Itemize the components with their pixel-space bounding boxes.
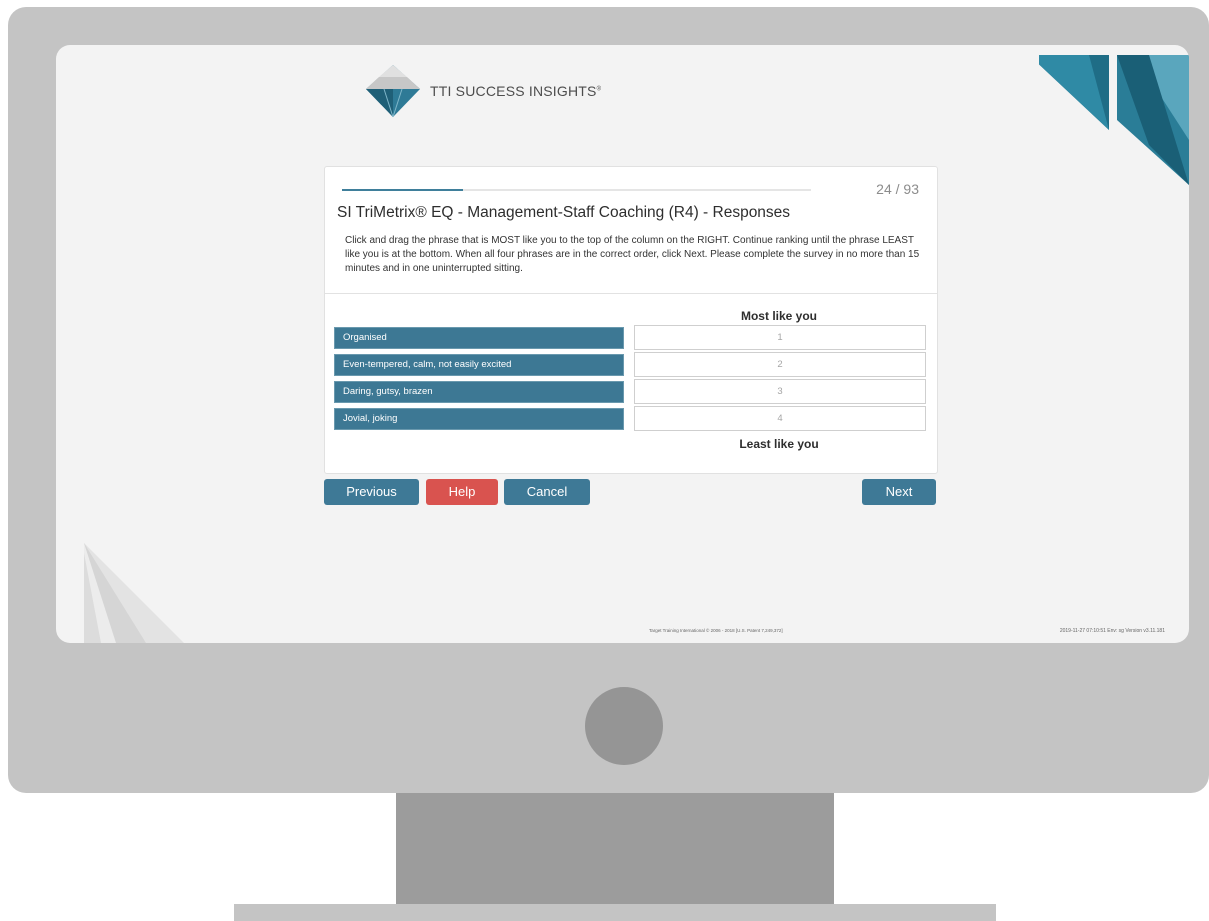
- rank-slot[interactable]: 4: [634, 406, 926, 431]
- monitor-stand-base: [234, 904, 996, 921]
- monitor-stand-neck: [396, 793, 834, 904]
- diamond-logo-icon: [366, 65, 420, 118]
- least-like-you-label: Least like you: [739, 437, 819, 451]
- survey-title: SI TriMetrix® EQ - Management-Staff Coac…: [337, 204, 791, 221]
- monitor-power-button: [585, 687, 663, 765]
- browser-screen: TTI SUCCESS INSIGHTS® 24 / 93 SI TriMetr…: [56, 45, 1189, 643]
- progress-bar: [342, 189, 811, 191]
- cancel-button[interactable]: Cancel: [504, 479, 590, 505]
- previous-button[interactable]: Previous: [324, 479, 419, 505]
- decorative-triangle-bottom-left: [84, 543, 184, 643]
- divider: [325, 293, 937, 294]
- copyright-text: Target Training International © 2006 - 2…: [649, 628, 783, 633]
- brand-name: TTI SUCCESS INSIGHTS®: [430, 83, 602, 99]
- decorative-triangle-top-right: [1039, 55, 1189, 185]
- rank-slot[interactable]: 3: [634, 379, 926, 404]
- rank-slot[interactable]: 2: [634, 352, 926, 377]
- draggable-phrase[interactable]: Jovial, joking: [334, 408, 624, 430]
- version-info: 2019-11-27 07:10:51 Env: sg Version v3.1…: [1059, 628, 1165, 634]
- most-like-you-label: Most like you: [740, 309, 817, 323]
- draggable-phrase[interactable]: Daring, gutsy, brazen: [334, 381, 624, 403]
- tti-logo: TTI SUCCESS INSIGHTS®: [362, 63, 601, 119]
- draggable-phrase[interactable]: Organised: [334, 327, 624, 349]
- draggable-phrase[interactable]: Even-tempered, calm, not easily excited: [334, 354, 624, 376]
- progress-bar-fill: [342, 189, 464, 191]
- next-button[interactable]: Next: [862, 479, 936, 505]
- survey-card: 24 / 93 SI TriMetrix® EQ - Management-St…: [324, 166, 938, 474]
- monitor-bezel: TTI SUCCESS INSIGHTS® 24 / 93 SI TriMetr…: [8, 7, 1209, 793]
- rank-slot[interactable]: 1: [634, 325, 926, 350]
- help-button[interactable]: Help: [426, 479, 498, 505]
- progress-count: 24 / 93: [876, 181, 919, 197]
- survey-instructions: Click and drag the phrase that is MOST l…: [345, 235, 920, 274]
